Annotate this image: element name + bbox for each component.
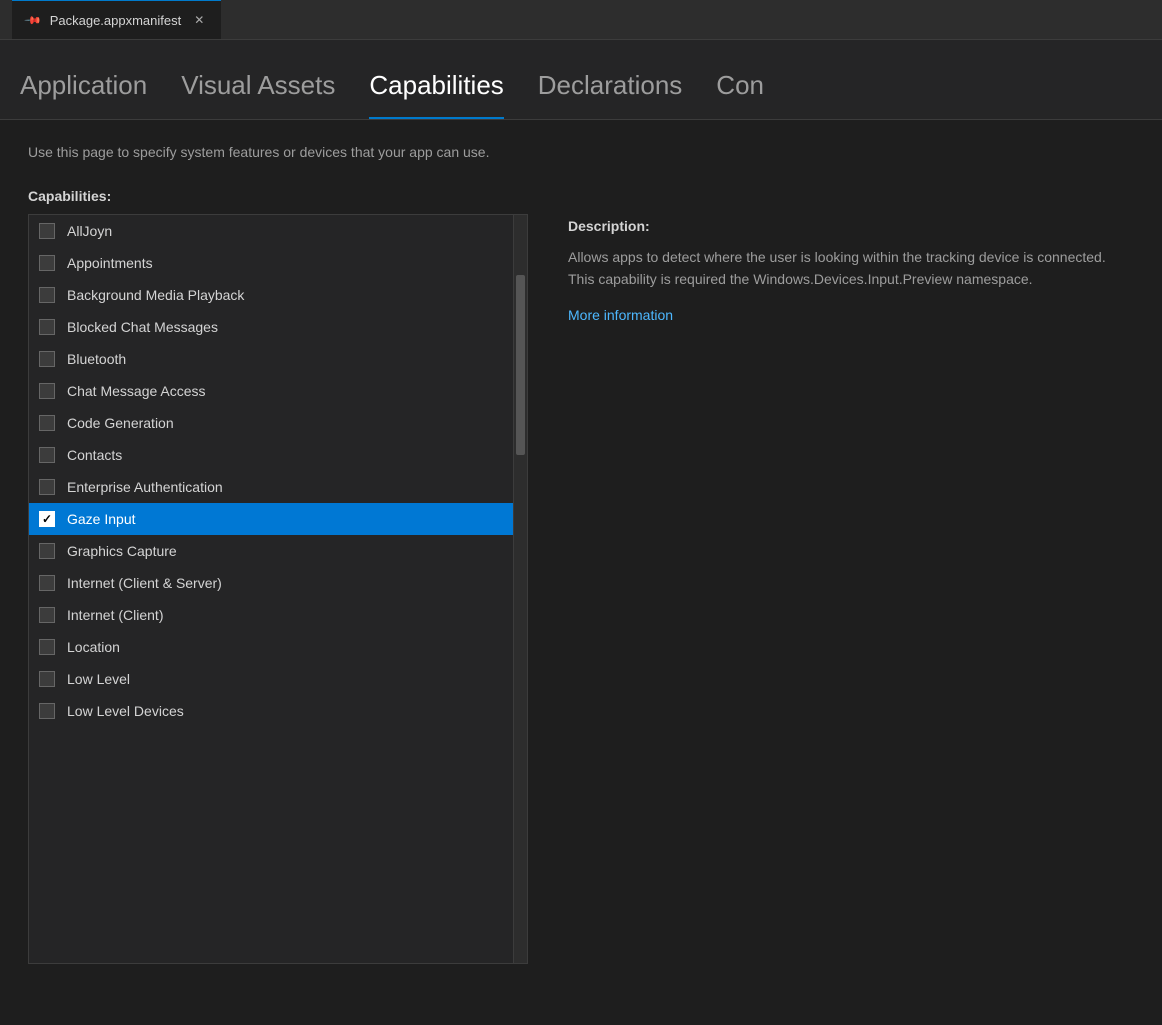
capability-enterprise-authentication-label: Enterprise Authentication	[67, 479, 223, 495]
checkbox-internet-client-server[interactable]	[39, 575, 55, 591]
pin-icon: 📌	[23, 11, 42, 30]
checkbox-appointments[interactable]	[39, 255, 55, 271]
file-tab[interactable]: 📌 Package.appxmanifest ✕	[12, 0, 221, 39]
capability-appointments-label: Appointments	[67, 255, 153, 271]
capability-low-level[interactable]: Low Level	[29, 663, 513, 695]
checkbox-blocked-chat-messages[interactable]	[39, 319, 55, 335]
capability-contacts[interactable]: Contacts	[29, 439, 513, 471]
capability-graphics-capture-label: Graphics Capture	[67, 543, 177, 559]
capability-location-label: Location	[67, 639, 120, 655]
capability-background-media-playback[interactable]: Background Media Playback	[29, 279, 513, 311]
capability-internet-client-label: Internet (Client)	[67, 607, 163, 623]
capability-low-level-devices-label: Low Level Devices	[67, 703, 184, 719]
description-body: Allows apps to detect where the user is …	[568, 246, 1134, 291]
capability-bluetooth[interactable]: Bluetooth	[29, 343, 513, 375]
capability-alljoyn-label: AllJoyn	[67, 223, 112, 239]
tab-application[interactable]: Application	[10, 70, 171, 119]
capability-enterprise-authentication[interactable]: Enterprise Authentication	[29, 471, 513, 503]
checkbox-low-level-devices[interactable]	[39, 703, 55, 719]
checkbox-gaze-input[interactable]: ✓	[39, 511, 55, 527]
scrollbar-thumb[interactable]	[516, 275, 525, 455]
description-heading: Description:	[568, 218, 1134, 234]
capability-blocked-chat-messages-label: Blocked Chat Messages	[67, 319, 218, 335]
capabilities-list-container: AllJoyn Appointments Background Media Pl…	[28, 214, 528, 964]
checkbox-code-generation[interactable]	[39, 415, 55, 431]
checkbox-background-media-playback[interactable]	[39, 287, 55, 303]
more-info-link[interactable]: More information	[568, 307, 673, 323]
capability-low-level-devices[interactable]: Low Level Devices	[29, 695, 513, 727]
title-bar: 📌 Package.appxmanifest ✕	[0, 0, 1162, 40]
scrollbar-track[interactable]	[514, 215, 527, 963]
capability-graphics-capture[interactable]: Graphics Capture	[29, 535, 513, 567]
capabilities-list: AllJoyn Appointments Background Media Pl…	[29, 215, 513, 963]
checkbox-bluetooth[interactable]	[39, 351, 55, 367]
capability-internet-client-server[interactable]: Internet (Client & Server)	[29, 567, 513, 599]
capability-code-generation[interactable]: Code Generation	[29, 407, 513, 439]
checkbox-low-level[interactable]	[39, 671, 55, 687]
checkbox-graphics-capture[interactable]	[39, 543, 55, 559]
checkbox-enterprise-authentication[interactable]	[39, 479, 55, 495]
capability-internet-client-server-label: Internet (Client & Server)	[67, 575, 222, 591]
capability-code-generation-label: Code Generation	[67, 415, 174, 431]
capabilities-panel: Capabilities: AllJoyn Appointments Backg…	[28, 188, 528, 964]
file-tab-label: Package.appxmanifest	[50, 13, 182, 28]
scrollbar[interactable]	[513, 215, 527, 963]
capability-background-media-playback-label: Background Media Playback	[67, 287, 244, 303]
capability-appointments[interactable]: Appointments	[29, 247, 513, 279]
tab-visual-assets[interactable]: Visual Assets	[171, 70, 359, 119]
capability-blocked-chat-messages[interactable]: Blocked Chat Messages	[29, 311, 513, 343]
capability-gaze-input[interactable]: ✓ Gaze Input	[29, 503, 513, 535]
capability-internet-client[interactable]: Internet (Client)	[29, 599, 513, 631]
capability-chat-message-access-label: Chat Message Access	[67, 383, 206, 399]
main-content: Use this page to specify system features…	[0, 120, 1162, 1025]
checkbox-contacts[interactable]	[39, 447, 55, 463]
capability-alljoyn[interactable]: AllJoyn	[29, 215, 513, 247]
content-layout: Capabilities: AllJoyn Appointments Backg…	[28, 188, 1134, 964]
capability-contacts-label: Contacts	[67, 447, 122, 463]
tab-con[interactable]: Con	[706, 70, 788, 119]
checkbox-internet-client[interactable]	[39, 607, 55, 623]
description-panel: Description: Allows apps to detect where…	[568, 188, 1134, 964]
capability-chat-message-access[interactable]: Chat Message Access	[29, 375, 513, 407]
capability-location[interactable]: Location	[29, 631, 513, 663]
capabilities-title: Capabilities:	[28, 188, 528, 204]
checkbox-location[interactable]	[39, 639, 55, 655]
tab-capabilities[interactable]: Capabilities	[359, 70, 527, 119]
tab-declarations[interactable]: Declarations	[528, 70, 707, 119]
checkbox-chat-message-access[interactable]	[39, 383, 55, 399]
capability-low-level-label: Low Level	[67, 671, 130, 687]
capability-gaze-input-label: Gaze Input	[67, 511, 136, 527]
nav-tabs: Application Visual Assets Capabilities D…	[0, 40, 1162, 120]
checkbox-alljoyn[interactable]	[39, 223, 55, 239]
capability-bluetooth-label: Bluetooth	[67, 351, 126, 367]
page-description: Use this page to specify system features…	[28, 144, 1134, 160]
tab-close-button[interactable]: ✕	[191, 12, 207, 28]
